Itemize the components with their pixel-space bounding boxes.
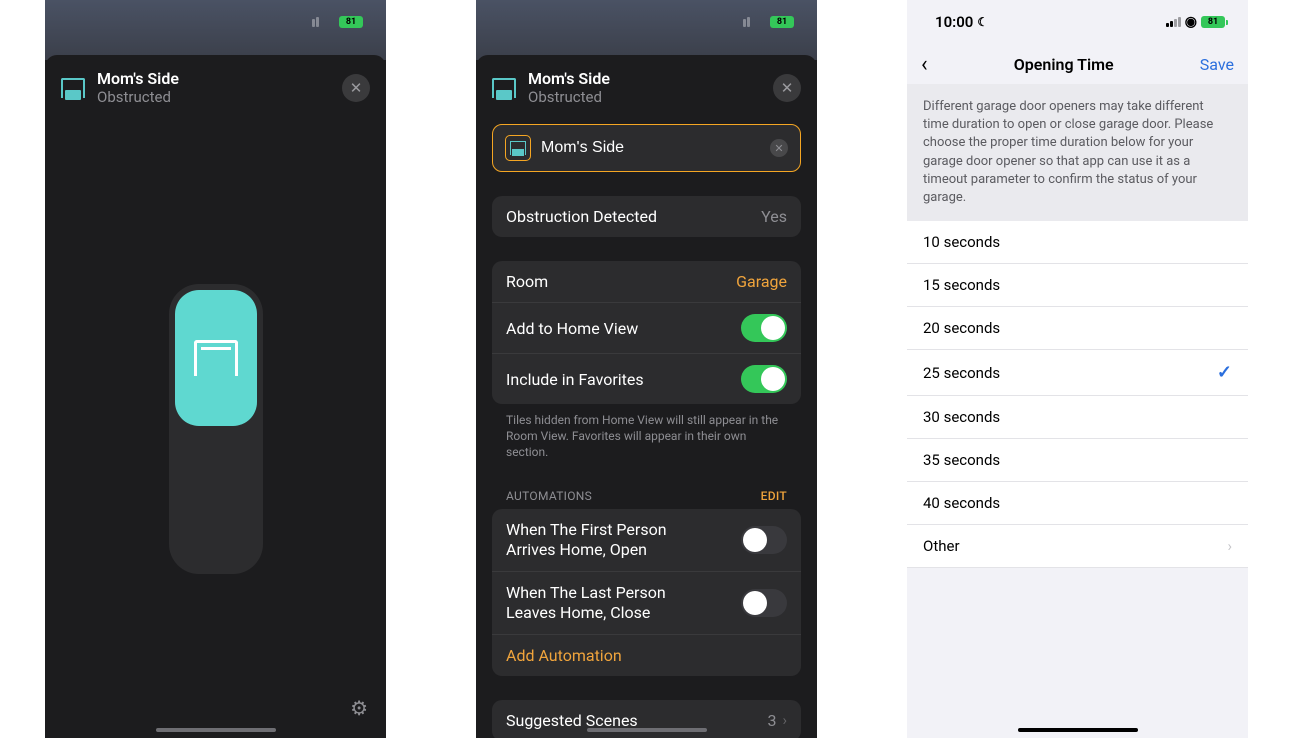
garage-slider[interactable]: [169, 284, 263, 574]
control-area: ⚙: [45, 120, 386, 738]
automation-toggle[interactable]: [741, 589, 787, 617]
page-title: Opening Time: [1014, 55, 1114, 74]
accessory-name-input[interactable]: [541, 139, 760, 157]
timing-option[interactable]: 40 seconds: [907, 482, 1248, 525]
close-button[interactable]: ✕: [773, 74, 801, 102]
home-view-toggle[interactable]: [741, 314, 787, 342]
automations-header: AUTOMATIONS EDIT: [492, 461, 801, 509]
home-indicator[interactable]: [587, 728, 707, 732]
garage-open-icon: [194, 340, 238, 376]
battery-icon: 81: [339, 16, 366, 28]
cell-signal-icon: [1166, 17, 1181, 27]
add-automation-label: Add Automation: [506, 646, 622, 665]
helper-text: Tiles hidden from Home View will still a…: [492, 404, 801, 461]
close-button[interactable]: ✕: [342, 74, 370, 102]
accessory-status: Obstructed: [528, 88, 610, 106]
row-label: Include in Favorites: [506, 370, 644, 389]
option-label: 40 seconds: [923, 494, 1000, 512]
row-label: Room: [506, 272, 548, 291]
sheet-header: Mom's Side Obstructed ✕: [45, 55, 386, 120]
screen-opening-time: 10:00 ☾ ◉ 81 ‹ Opening Time Save Differe…: [907, 0, 1248, 738]
options-list: 10 seconds 15 seconds 20 seconds 25 seconds…: [907, 221, 1248, 568]
automation-label: When The First Person Arrives Home, Open: [506, 520, 706, 560]
row-value: Yes: [761, 207, 787, 226]
home-view-row: Add to Home View: [492, 302, 801, 353]
name-field-row[interactable]: ✕: [492, 124, 801, 172]
timing-option[interactable]: 30 seconds: [907, 396, 1248, 439]
obstruction-card: Obstruction Detected Yes: [492, 196, 801, 237]
option-label: Other: [923, 537, 960, 555]
timing-option[interactable]: 10 seconds: [907, 221, 1248, 264]
edit-automations-button[interactable]: EDIT: [761, 489, 787, 503]
automation-row[interactable]: When The First Person Arrives Home, Open: [492, 509, 801, 571]
obstruction-row: Obstruction Detected Yes: [492, 196, 801, 237]
row-label: Obstruction Detected: [506, 207, 657, 226]
accessory-title: Mom's Side: [528, 69, 610, 88]
chevron-right-icon: ›: [1227, 537, 1232, 555]
add-automation-row[interactable]: Add Automation: [492, 634, 801, 676]
option-label: 30 seconds: [923, 408, 1000, 426]
row-label: Suggested Scenes: [506, 711, 638, 730]
suggested-count: 3: [767, 711, 776, 730]
home-indicator[interactable]: [1018, 728, 1138, 732]
background-blur: [476, 0, 817, 60]
timing-option[interactable]: 20 seconds: [907, 307, 1248, 350]
chevron-right-icon: ›: [782, 711, 787, 729]
clear-text-icon[interactable]: ✕: [770, 139, 788, 157]
favorites-row: Include in Favorites: [492, 353, 801, 404]
option-label: 35 seconds: [923, 451, 1000, 469]
battery-icon: 81: [1201, 16, 1228, 28]
option-label: 20 seconds: [923, 319, 1000, 337]
garage-door-icon: [61, 78, 85, 98]
accessory-sheet: Mom's Side Obstructed ✕ ⚙: [45, 55, 386, 738]
home-indicator[interactable]: [156, 728, 276, 732]
wifi-icon: ◉: [1185, 14, 1197, 30]
automations-card: When The First Person Arrives Home, Open…: [492, 509, 801, 676]
timing-option[interactable]: 15 seconds: [907, 264, 1248, 307]
row-value: Garage: [736, 272, 787, 291]
screen-accessory-control: 9:59 ☾ ◉ 81 Mom's Side Obstructed ✕: [45, 0, 386, 738]
placement-card: Room Garage Add to Home View Include in …: [492, 261, 801, 404]
settings-gear-icon[interactable]: ⚙: [350, 696, 368, 720]
row-label: Add to Home View: [506, 319, 638, 338]
room-row[interactable]: Room Garage: [492, 261, 801, 302]
back-button[interactable]: ‹: [921, 52, 928, 77]
dnd-moon-icon: ☾: [977, 15, 988, 29]
timing-option[interactable]: 35 seconds: [907, 439, 1248, 482]
screen-accessory-detail: 10:00 ☾ ◉ 81 Mom's Side Obstructed ✕ ✕: [476, 0, 817, 738]
automation-row[interactable]: When The Last Person Leaves Home, Close: [492, 571, 801, 634]
other-option[interactable]: Other ›: [907, 525, 1248, 568]
clock: 10:00: [935, 13, 973, 31]
sheet-header: Mom's Side Obstructed ✕: [476, 55, 817, 120]
slider-knob[interactable]: [175, 290, 257, 426]
option-label: 15 seconds: [923, 276, 1000, 294]
info-description: Different garage door openers may take d…: [907, 84, 1248, 221]
favorites-toggle[interactable]: [741, 365, 787, 393]
option-label: 10 seconds: [923, 233, 1000, 251]
accessory-status: Obstructed: [97, 88, 179, 106]
automation-label: When The Last Person Leaves Home, Close: [506, 583, 706, 623]
nav-bar: ‹ Opening Time Save: [907, 44, 1248, 84]
detail-sheet: Mom's Side Obstructed ✕ ✕ Obstruction De…: [476, 55, 817, 738]
checkmark-icon: ✓: [1217, 362, 1232, 383]
section-title: AUTOMATIONS: [506, 489, 592, 503]
suggested-card: Suggested Scenes 3 ›: [492, 700, 801, 738]
garage-door-icon: [505, 135, 531, 161]
detail-scroll[interactable]: ✕ Obstruction Detected Yes Room Garage A…: [476, 120, 817, 738]
status-bar: 10:00 ☾ ◉ 81: [907, 0, 1248, 44]
background-blur: [45, 0, 386, 60]
suggested-scenes-row[interactable]: Suggested Scenes 3 ›: [492, 700, 801, 738]
battery-icon: 81: [770, 16, 797, 28]
garage-door-icon: [492, 78, 516, 98]
accessory-title: Mom's Side: [97, 69, 179, 88]
automation-toggle[interactable]: [741, 526, 787, 554]
timing-option[interactable]: 25 seconds ✓: [907, 350, 1248, 396]
option-label: 25 seconds: [923, 364, 1000, 382]
save-button[interactable]: Save: [1200, 55, 1234, 74]
